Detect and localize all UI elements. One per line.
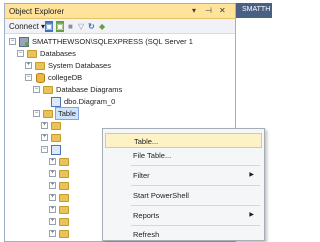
menu-separator bbox=[131, 205, 260, 206]
menu-item-label: Filter bbox=[133, 171, 150, 180]
menu-item-reports[interactable]: Reports ▶ bbox=[105, 208, 262, 223]
tree-node-system-databases[interactable]: + System Databases bbox=[5, 60, 235, 72]
collapse-toggle-icon[interactable]: − bbox=[41, 146, 48, 153]
menu-item-refresh[interactable]: Refresh bbox=[105, 227, 262, 242]
submenu-arrow-icon: ▶ bbox=[249, 172, 254, 178]
folder-icon bbox=[43, 86, 53, 94]
system-databases-label: System Databases bbox=[48, 61, 111, 70]
folder-icon bbox=[59, 206, 69, 214]
tree-node-child-9[interactable]: + bbox=[5, 216, 105, 228]
collegedb-label: collegeDB bbox=[48, 73, 83, 82]
tree-node-child-3[interactable]: − bbox=[5, 144, 105, 156]
submenu-arrow-icon: ▶ bbox=[249, 212, 254, 218]
expand-toggle-icon[interactable]: + bbox=[41, 122, 48, 129]
menu-separator bbox=[131, 225, 260, 226]
filter-icon[interactable]: ▽ bbox=[78, 21, 84, 32]
expand-toggle-icon[interactable]: + bbox=[49, 170, 56, 177]
collapse-toggle-icon[interactable]: − bbox=[9, 38, 16, 45]
panel-title: Object Explorer bbox=[9, 7, 65, 16]
menu-item-filter[interactable]: Filter ▶ bbox=[105, 168, 262, 183]
folder-icon bbox=[59, 158, 69, 166]
expand-toggle-icon[interactable]: + bbox=[49, 206, 56, 213]
connect-object-icon[interactable]: ▣ bbox=[45, 21, 53, 32]
menu-item-label: Table... bbox=[134, 137, 159, 146]
tree-node-server[interactable]: − SMATTHEWSON\SQLEXPRESS (SQL Server 1 bbox=[5, 36, 235, 48]
folder-icon bbox=[43, 110, 53, 118]
folder-icon bbox=[51, 134, 61, 142]
expand-toggle-icon[interactable]: + bbox=[49, 194, 56, 201]
expand-toggle-icon[interactable]: + bbox=[25, 62, 32, 69]
collapse-toggle-icon[interactable]: − bbox=[33, 110, 40, 117]
collapse-toggle-icon[interactable]: − bbox=[25, 74, 32, 81]
tables-label: Table bbox=[55, 107, 79, 120]
tree-node-child-8[interactable]: + bbox=[5, 204, 105, 216]
server-icon bbox=[19, 37, 29, 47]
folder-icon bbox=[59, 218, 69, 226]
menu-separator bbox=[131, 185, 260, 186]
tree-node-child-4[interactable]: + bbox=[5, 156, 105, 168]
tree-node-database-diagrams[interactable]: − Database Diagrams bbox=[5, 84, 235, 96]
folder-icon bbox=[59, 170, 69, 178]
document-tab-label: SMATTH bbox=[242, 6, 271, 13]
expand-toggle-icon[interactable]: + bbox=[49, 230, 56, 237]
menu-item-label: File Table... bbox=[133, 151, 172, 160]
connect-button[interactable]: Connect ▾ bbox=[9, 21, 45, 32]
menu-item-label: Reports bbox=[133, 211, 160, 220]
tree-node-child-7[interactable]: + bbox=[5, 192, 105, 204]
tree-node-child-5[interactable]: + bbox=[5, 168, 105, 180]
folder-icon bbox=[27, 50, 37, 58]
auto-hide-pin-icon[interactable]: ⊣ bbox=[205, 6, 212, 15]
database-icon bbox=[36, 73, 45, 83]
stop-icon[interactable]: ■ bbox=[68, 21, 73, 32]
diagram-icon bbox=[51, 97, 61, 107]
database-diagrams-label: Database Diagrams bbox=[56, 85, 123, 94]
tree-node-databases[interactable]: − Databases bbox=[5, 48, 235, 60]
document-tab[interactable]: SMATTH bbox=[236, 3, 272, 18]
folder-icon bbox=[59, 194, 69, 202]
refresh-icon[interactable]: ↻ bbox=[88, 21, 95, 32]
table-icon bbox=[51, 145, 61, 155]
databases-label: Databases bbox=[40, 49, 76, 58]
menu-separator bbox=[131, 165, 260, 166]
collapse-toggle-icon[interactable]: − bbox=[33, 86, 40, 93]
menu-item-file-table[interactable]: File Table... bbox=[105, 148, 262, 163]
tree-node-tables[interactable]: − Table bbox=[5, 107, 235, 120]
tree-node-child-10[interactable]: + bbox=[5, 228, 105, 240]
tree-node-child-2[interactable]: + bbox=[5, 132, 105, 144]
window-position-icon[interactable]: ▾ bbox=[192, 6, 196, 15]
folder-icon bbox=[35, 62, 45, 70]
object-explorer-title-bar: Object Explorer ▾ ⊣ ✕ bbox=[5, 4, 235, 19]
tree-node-child-1[interactable]: + bbox=[5, 120, 105, 132]
context-menu: Table... File Table... Filter ▶ Start Po… bbox=[102, 128, 265, 241]
object-explorer-toolbar: Connect ▾ ▣ ▣ ■ ▽ ↻ ◆ bbox=[5, 19, 235, 34]
folder-icon bbox=[59, 230, 69, 238]
activity-monitor-icon[interactable]: ◆ bbox=[99, 21, 105, 32]
tree-node-collegedb[interactable]: − collegeDB bbox=[5, 72, 235, 84]
menu-item-start-powershell[interactable]: Start PowerShell bbox=[105, 188, 262, 203]
expand-toggle-icon[interactable]: + bbox=[41, 134, 48, 141]
expand-toggle-icon[interactable]: + bbox=[49, 182, 56, 189]
menu-item-label: Refresh bbox=[133, 230, 160, 239]
server-label: SMATTHEWSON\SQLEXPRESS (SQL Server 1 bbox=[32, 37, 193, 46]
folder-icon bbox=[59, 182, 69, 190]
tree-node-diagram-0[interactable]: dbo.Diagram_0 bbox=[5, 96, 235, 108]
folder-icon bbox=[51, 122, 61, 130]
close-icon[interactable]: ✕ bbox=[219, 6, 226, 15]
expand-toggle-icon[interactable]: + bbox=[49, 158, 56, 165]
collapse-toggle-icon[interactable]: − bbox=[17, 50, 24, 57]
menu-item-label: Start PowerShell bbox=[133, 191, 189, 200]
disconnect-icon[interactable]: ▣ bbox=[56, 21, 64, 32]
expand-toggle-icon[interactable]: + bbox=[49, 218, 56, 225]
tree-node-child-6[interactable]: + bbox=[5, 180, 105, 192]
menu-item-new-table[interactable]: Table... bbox=[105, 133, 262, 148]
